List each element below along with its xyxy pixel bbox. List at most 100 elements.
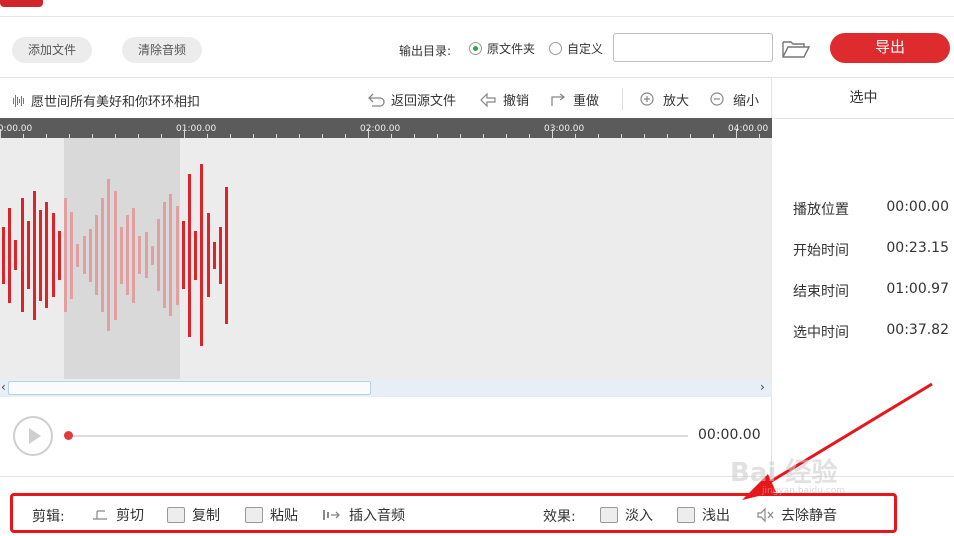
zoom-in-button[interactable]: 放大 xyxy=(639,90,689,109)
export-button[interactable]: 导出 xyxy=(830,33,950,63)
bottom-toolbar: 剪辑: 剪切 复制 粘贴 插入音频 效果: 淡入 浅出 去除静音 xyxy=(10,493,897,533)
panel-title: 选中 xyxy=(773,78,954,119)
progress-track[interactable] xyxy=(68,435,688,437)
waveform-bar xyxy=(132,207,135,303)
ruler-label: 04:00.00 xyxy=(728,124,769,134)
fade-in-button[interactable]: 淡入 xyxy=(600,505,653,525)
redo-button[interactable]: 重做 xyxy=(549,90,599,109)
add-file-button[interactable]: 添加文件 xyxy=(12,37,93,63)
waveform-bar xyxy=(114,190,117,320)
return-source-button[interactable]: 返回源文件 xyxy=(367,90,456,109)
waveform-bar xyxy=(157,219,160,291)
row-value: 01:00.97 xyxy=(886,281,949,297)
waveform-bar xyxy=(213,241,216,269)
watermark-url: jingyan.baidu.com xyxy=(762,486,846,496)
paste-label: 粘贴 xyxy=(270,508,298,524)
mute-icon xyxy=(757,507,774,523)
waveform-bar xyxy=(83,236,86,274)
insert-audio-button[interactable]: 插入音频 xyxy=(322,505,405,525)
timeline-ruler[interactable]: 00:00.00 01:00.00 02:00.00 03:00.00 04:00.00 xyxy=(0,118,772,138)
copy-button[interactable]: 复制 xyxy=(167,505,220,525)
row-label: 选中时间 xyxy=(793,325,849,341)
radio-original-label: 原文件夹 xyxy=(487,42,536,56)
row-play-position: 播放位置 00:00.00 xyxy=(793,199,949,219)
top-toolbar: 添加文件 清除音频 输出目录: 原文件夹 自定义 导出 xyxy=(0,17,954,78)
waveform-bar xyxy=(89,228,92,282)
radio-checked-icon xyxy=(469,42,482,55)
current-time: 00:00.00 xyxy=(698,427,761,443)
watermark-brand: Bai 经验 xyxy=(730,458,838,488)
row-start-time: 开始时间 00:23.15 xyxy=(793,240,949,260)
song-title: 愿世间所有美好和你环环相扣 xyxy=(12,91,200,110)
app-logo xyxy=(0,0,43,7)
zoom-out-label: 缩小 xyxy=(733,94,760,109)
waveform-bar xyxy=(2,226,5,284)
selection-panel: 选中 播放位置 00:00.00 开始时间 00:23.15 结束时间 01:0… xyxy=(773,78,954,476)
zoom-out-button[interactable]: 缩小 xyxy=(709,90,759,109)
waveform-bar xyxy=(21,198,24,312)
redo-label: 重做 xyxy=(573,94,600,109)
horizontal-scrollbar[interactable]: ‹ › xyxy=(0,379,772,397)
fade-out-button[interactable]: 浅出 xyxy=(677,505,730,525)
waveform-bar xyxy=(176,205,179,305)
ruler-tick xyxy=(0,129,1,138)
scroll-right-icon[interactable]: › xyxy=(760,380,765,394)
ruler-label: 02:00.00 xyxy=(360,124,401,134)
return-source-label: 返回源文件 xyxy=(391,94,457,109)
waveform-bar xyxy=(169,194,172,316)
radio-custom-folder[interactable]: 自定义 xyxy=(549,40,603,57)
insert-audio-label: 插入音频 xyxy=(349,508,405,524)
scroll-left-icon[interactable]: ‹ xyxy=(1,380,6,394)
redo-icon xyxy=(551,92,566,106)
radio-original-folder[interactable]: 原文件夹 xyxy=(469,40,535,57)
waveform-bar xyxy=(39,209,42,301)
fade-out-label: 浅出 xyxy=(702,508,730,524)
waveform-bar xyxy=(120,226,123,284)
zoom-in-icon xyxy=(640,91,654,106)
waveform-bar xyxy=(14,240,17,270)
waveform-bar xyxy=(225,186,228,324)
clear-audio-button[interactable]: 清除音频 xyxy=(122,37,203,63)
ruler-label: 03:00.00 xyxy=(544,124,585,134)
scrollbar-thumb[interactable] xyxy=(8,381,371,395)
progress-knob[interactable] xyxy=(64,431,73,440)
row-value: 00:37.82 xyxy=(886,322,949,338)
waveform-bar xyxy=(45,202,48,308)
waveform-bar xyxy=(145,232,148,278)
paste-button[interactable]: 粘贴 xyxy=(245,505,298,525)
waveform-bar xyxy=(107,179,110,331)
ruler-tick xyxy=(552,129,553,138)
insert-audio-icon xyxy=(323,510,340,520)
effects-section-label: 效果: xyxy=(543,509,576,525)
zoom-in-label: 放大 xyxy=(663,94,690,109)
play-button[interactable] xyxy=(13,416,53,456)
waveform-bar xyxy=(70,211,73,299)
ruler-tick xyxy=(184,129,185,138)
waveform-bar xyxy=(207,213,210,297)
waveform-bar xyxy=(163,202,166,308)
folder-open-icon[interactable] xyxy=(782,39,810,59)
waveform-bar xyxy=(8,207,11,303)
output-path-input[interactable] xyxy=(613,33,773,62)
remove-silence-button[interactable]: 去除静音 xyxy=(756,505,837,525)
cut-label: 剪切 xyxy=(116,508,144,524)
waveform-canvas[interactable] xyxy=(0,138,772,381)
undo-button[interactable]: 撤销 xyxy=(479,90,529,109)
row-label: 结束时间 xyxy=(793,284,849,300)
output-dir-label: 输出目录: xyxy=(399,44,452,58)
copy-icon xyxy=(167,507,185,523)
row-end-time: 结束时间 01:00.97 xyxy=(793,281,949,301)
ruler-tick xyxy=(736,129,737,138)
waveform-bar xyxy=(194,230,197,280)
waveform-bar xyxy=(138,236,141,274)
waveform-bar xyxy=(151,245,154,265)
cut-button[interactable]: 剪切 xyxy=(91,505,144,525)
copy-label: 复制 xyxy=(192,508,220,524)
waveform-bar xyxy=(52,213,55,297)
fade-in-icon xyxy=(600,507,618,523)
waveform-bar xyxy=(200,164,203,346)
song-title-text: 愿世间所有美好和你环环相扣 xyxy=(31,95,201,110)
waveform-bar xyxy=(188,173,191,337)
audio-wave-icon xyxy=(13,94,24,107)
waveform-bar xyxy=(126,215,129,295)
